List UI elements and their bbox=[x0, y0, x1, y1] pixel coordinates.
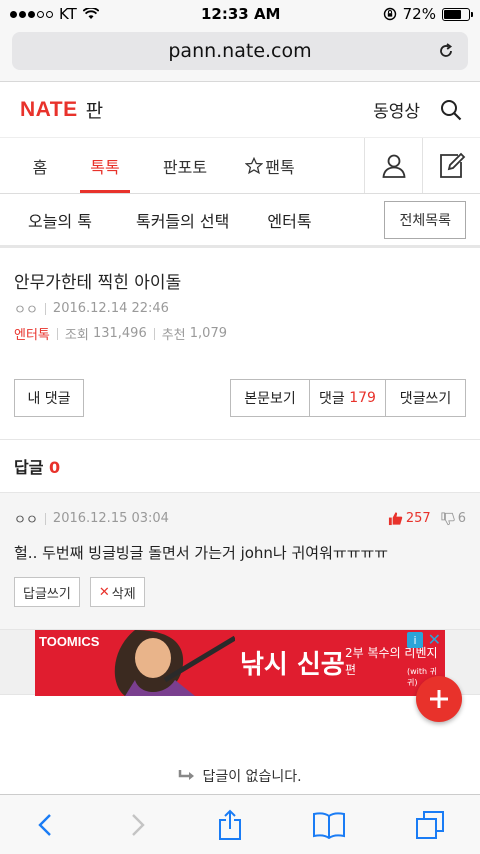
add-fab-button[interactable] bbox=[416, 676, 462, 722]
subnav-choice[interactable]: 톡커들의 선택 bbox=[92, 208, 229, 232]
status-bar: KT 12:33 AM 72% bbox=[0, 0, 480, 28]
dislike-button[interactable]: 6 bbox=[441, 511, 466, 526]
comment-votes: 257 6 bbox=[388, 511, 466, 526]
status-right: 72% bbox=[383, 5, 473, 23]
battery-icon bbox=[441, 7, 473, 21]
forward-icon[interactable] bbox=[126, 812, 148, 838]
like-count: 257 bbox=[405, 511, 431, 526]
ad-banner[interactable]: TOOMICS 낚시 신공 2부 복수의 리벤지편 (with 귀귀) i ✕ bbox=[35, 630, 445, 696]
pencil-icon bbox=[439, 152, 465, 178]
star-icon bbox=[245, 156, 264, 174]
delete-button[interactable]: ✕ 삭제 bbox=[89, 577, 145, 607]
subnav-entertalk[interactable]: 엔터톡 bbox=[229, 208, 311, 232]
comment-meta: ㅇㅇ 2016.12.15 03:04 257 6 bbox=[14, 509, 466, 528]
thumbs-up-icon bbox=[388, 512, 403, 526]
post-category[interactable]: 엔터톡 bbox=[14, 324, 50, 343]
comment-text: 헐.. 두번째 빙글빙글 돌면서 가는거 john나 귀여워ㅠㅠㅠㅠ bbox=[14, 544, 389, 562]
views-count: 131,496 bbox=[92, 326, 147, 341]
signal-icon bbox=[10, 10, 53, 18]
reply-arrow-icon bbox=[179, 770, 195, 780]
status-left: KT bbox=[10, 5, 99, 23]
browser-toolbar bbox=[0, 794, 480, 854]
wifi-icon bbox=[82, 8, 99, 19]
back-icon[interactable] bbox=[35, 812, 57, 838]
comments-label: 댓글 bbox=[319, 391, 345, 407]
ad-character-image bbox=[114, 630, 235, 696]
nav-icons bbox=[364, 138, 480, 193]
battery-percent: 72% bbox=[402, 5, 436, 23]
browser-chrome: pann.nate.com bbox=[0, 28, 480, 82]
replies-count: 0 bbox=[49, 458, 61, 477]
comments-button[interactable]: 댓글 179 bbox=[310, 379, 386, 417]
search-icon[interactable] bbox=[440, 99, 462, 121]
bookmarks-icon[interactable] bbox=[312, 811, 346, 839]
reload-icon[interactable] bbox=[436, 41, 456, 61]
delete-label: 삭제 bbox=[111, 586, 136, 602]
url-text: pann.nate.com bbox=[168, 40, 312, 62]
main-nav: 홈 톡톡 판포토 팬톡 bbox=[0, 138, 480, 194]
comment-author: ㅇㅇ bbox=[14, 513, 38, 528]
comments-count: 179 bbox=[349, 390, 376, 406]
comment-buttons: 답글쓰기 ✕ 삭제 bbox=[14, 577, 466, 607]
comment-actions: 본문보기 댓글 179 댓글쓰기 bbox=[230, 379, 466, 417]
plus-icon bbox=[430, 690, 448, 708]
post-actions: 내 댓글 본문보기 댓글 179 댓글쓰기 bbox=[0, 379, 480, 417]
post-meta: ㅇㅇ 2016.12.14 22:46 bbox=[14, 299, 466, 318]
write-button[interactable] bbox=[422, 138, 480, 193]
tab-toktok[interactable]: 톡톡 bbox=[80, 138, 130, 193]
comment-date: 2016.12.15 03:04 bbox=[52, 511, 169, 526]
carrier-label: KT bbox=[59, 5, 77, 23]
tabs-icon[interactable] bbox=[415, 810, 445, 840]
my-comments-button[interactable]: 내 댓글 bbox=[14, 379, 84, 417]
clock: 12:33 AM bbox=[200, 5, 281, 23]
ad-container: TOOMICS 낚시 신공 2부 복수의 리벤지편 (with 귀귀) i ✕ bbox=[0, 629, 480, 696]
ad-brand: TOOMICS bbox=[39, 634, 100, 649]
empty-replies-text: 답글이 없습니다. bbox=[202, 769, 302, 785]
tab-fantalk-label: 팬톡 bbox=[265, 157, 295, 177]
share-icon[interactable] bbox=[217, 809, 243, 841]
write-comment-button[interactable]: 댓글쓰기 bbox=[386, 379, 466, 417]
header-actions: 동영상 bbox=[373, 97, 462, 122]
post-header: 안무가한테 찍힌 아이돌 ㅇㅇ 2016.12.14 22:46 엔터톡 조회 … bbox=[0, 248, 480, 343]
replies-heading: 답글 0 bbox=[0, 439, 480, 493]
sub-nav: 오늘의 톡 톡커들의 선택 엔터톡 전체목록 bbox=[0, 194, 480, 248]
post-date: 2016.12.14 22:46 bbox=[52, 301, 169, 316]
ad-info-icon[interactable]: i bbox=[407, 632, 423, 648]
profile-button[interactable] bbox=[364, 138, 422, 193]
dislike-count: 6 bbox=[457, 511, 466, 526]
nate-logo: NATE bbox=[20, 97, 78, 121]
post-title: 안무가한테 찍힌 아이돌 bbox=[14, 273, 182, 293]
views-label: 조회 bbox=[64, 328, 89, 343]
comment: ㅇㅇ 2016.12.15 03:04 257 6 헐.. 두번째 빙글빙글 돌… bbox=[0, 493, 480, 629]
ad-close-icon[interactable]: ✕ bbox=[428, 630, 441, 649]
post-stats: 엔터톡 조회 131,496 추천 1,079 bbox=[14, 324, 466, 343]
replies-label: 답글 bbox=[14, 458, 44, 477]
section-name: 판 bbox=[85, 100, 104, 122]
ad-headline: 낚시 신공 bbox=[240, 650, 345, 680]
like-button[interactable]: 257 bbox=[388, 511, 431, 526]
view-post-button[interactable]: 본문보기 bbox=[230, 379, 310, 417]
post-author: ㅇㅇ bbox=[14, 303, 38, 318]
all-list-button[interactable]: 전체목록 bbox=[384, 200, 466, 239]
delete-x-icon: ✕ bbox=[98, 584, 110, 600]
recommend-count: 1,079 bbox=[189, 326, 227, 341]
rotation-lock-icon bbox=[383, 7, 396, 21]
tab-panphoto[interactable]: 판포토 bbox=[130, 138, 240, 193]
user-icon bbox=[382, 154, 405, 178]
address-bar[interactable]: pann.nate.com bbox=[12, 32, 468, 70]
tab-fantalk[interactable]: 팬톡 bbox=[240, 138, 300, 193]
recommend-label: 추천 bbox=[161, 328, 186, 343]
logo[interactable]: NATE 판 bbox=[20, 96, 103, 123]
reply-button[interactable]: 답글쓰기 bbox=[14, 577, 80, 607]
site-header: NATE 판 동영상 bbox=[0, 82, 480, 138]
thumbs-down-icon bbox=[441, 511, 455, 525]
video-link[interactable]: 동영상 bbox=[373, 97, 420, 122]
subnav-today[interactable]: 오늘의 톡 bbox=[0, 208, 92, 232]
tab-home[interactable]: 홈 bbox=[0, 138, 80, 193]
empty-replies: 답글이 없습니다. bbox=[0, 766, 480, 786]
